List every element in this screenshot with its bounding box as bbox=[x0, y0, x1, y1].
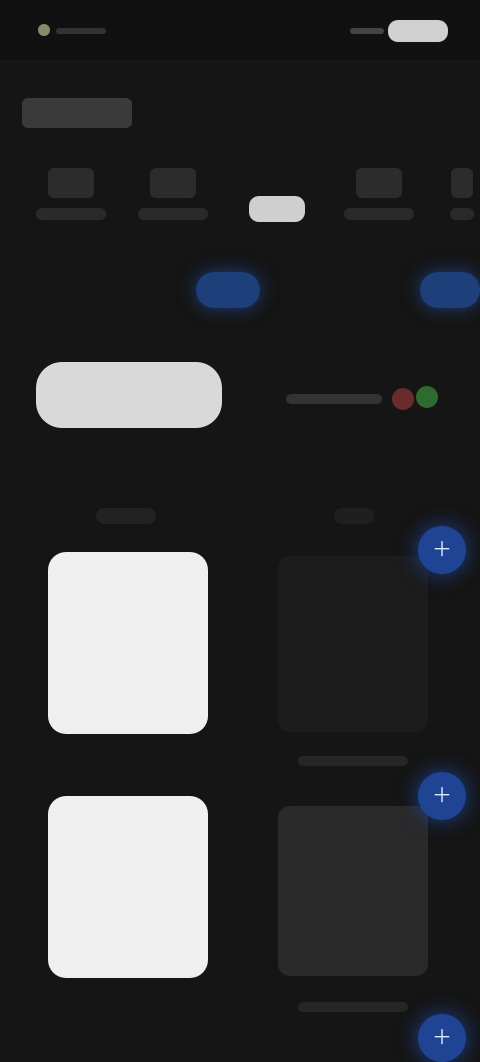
tab-4-icon bbox=[356, 168, 402, 198]
tab-3-icon bbox=[249, 196, 305, 222]
red-color-swatch[interactable] bbox=[392, 388, 414, 410]
secondary-pill-button[interactable] bbox=[420, 272, 480, 308]
add-button[interactable]: ＋ bbox=[418, 526, 466, 574]
tab-2-icon bbox=[150, 168, 196, 198]
tab-4[interactable] bbox=[336, 162, 422, 242]
plus-icon: ＋ bbox=[432, 785, 452, 807]
card-4-caption bbox=[298, 1002, 408, 1012]
card-2-caption bbox=[298, 756, 408, 766]
tab-2[interactable] bbox=[130, 162, 216, 242]
option-label-placeholder bbox=[286, 394, 382, 404]
tab-3[interactable] bbox=[234, 162, 320, 242]
tab-5-label bbox=[450, 208, 474, 220]
page-title bbox=[22, 98, 132, 128]
primary-pill-button[interactable] bbox=[196, 272, 260, 308]
battery-icon bbox=[388, 20, 448, 42]
status-icon bbox=[38, 24, 50, 36]
tab-1-label bbox=[36, 208, 106, 220]
tab-5-icon bbox=[451, 168, 473, 198]
tab-5[interactable] bbox=[444, 162, 480, 242]
green-color-swatch[interactable] bbox=[416, 386, 438, 408]
card-1[interactable] bbox=[48, 552, 208, 734]
card-4[interactable] bbox=[278, 806, 428, 976]
add-button-2[interactable]: ＋ bbox=[418, 772, 466, 820]
tab-4-label bbox=[344, 208, 414, 220]
card-header-left bbox=[96, 508, 156, 524]
tab-1-icon bbox=[48, 168, 94, 198]
signal-icon bbox=[350, 28, 384, 34]
tab-1[interactable] bbox=[28, 162, 114, 242]
tab-2-label bbox=[138, 208, 208, 220]
plus-icon: ＋ bbox=[432, 1027, 452, 1049]
card-3[interactable] bbox=[48, 796, 208, 978]
status-text-placeholder bbox=[56, 28, 106, 34]
add-button-3[interactable]: ＋ bbox=[418, 1014, 466, 1062]
card-2[interactable] bbox=[278, 556, 428, 732]
plus-icon: ＋ bbox=[432, 539, 452, 561]
card-header-right bbox=[334, 508, 374, 524]
toggle-button[interactable] bbox=[36, 362, 222, 428]
